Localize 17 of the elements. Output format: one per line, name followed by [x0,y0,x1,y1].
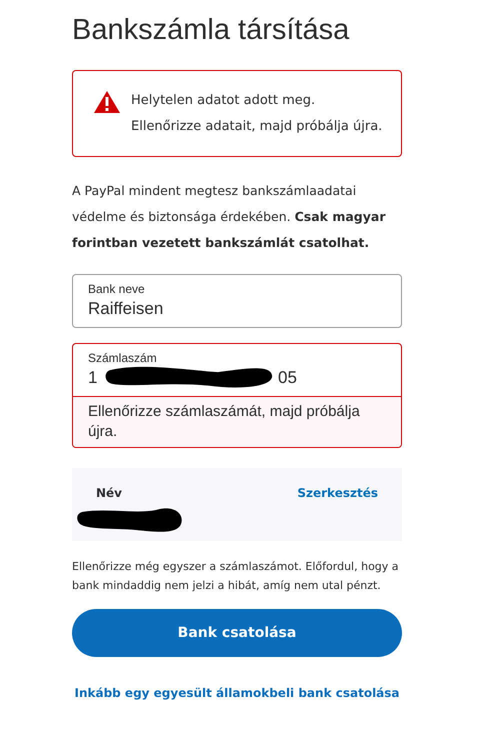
input-field[interactable]: Számlaszám 1 05 Ellenőrizze számlaszámát, majd próbálja újra. [72,343,402,448]
name-label: Név [96,485,122,502]
field-value: Raiffeisen [88,298,164,320]
note-text: Ellenőrizze még egyszer a számlaszámot. Előfordul, hogy a bank mindaddig nem jelzi a hibát, amíg nem utal pénzt. [72,559,400,594]
warning-icon [93,90,121,114]
link-bank-button[interactable]: Bank csatolása [72,609,402,657]
field-value: 1 [88,367,98,389]
error-message: Ellenőrizze számlaszámát, majd próbálja újra. [73,396,401,447]
field-label: Bank neve [88,281,146,297]
field-value: 05 [278,367,297,389]
alert-message: Helytelen adatot adott meg. Ellenőrizze adatait, majd próbálja újra. [131,92,384,136]
field-label: Számlaszám [88,350,158,366]
input-field[interactable]: Bank neve Raiffeisen [72,274,402,328]
edit-link[interactable]: Szerkesztés [297,484,378,502]
intro-text: A PayPal mindent megtesz bankszámlaadatai védelme és biztonsága érdekében. Csak magyar forintban vezetett bankszámlát csatolhat. [72,182,386,252]
page-title: Bankszámla társítása [72,13,350,48]
us-bank-link[interactable]: Inkább egy egyesült államokbeli bank csatolása [72,684,402,702]
